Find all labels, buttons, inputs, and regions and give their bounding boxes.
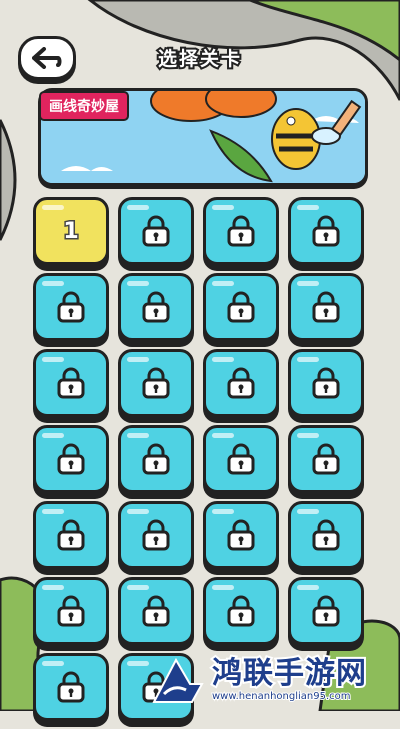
- level-tile-locked[interactable]: [288, 273, 364, 341]
- level-tile-locked[interactable]: [288, 501, 364, 569]
- lock-icon: [142, 443, 170, 475]
- level-tile-locked[interactable]: [118, 501, 194, 569]
- lock-icon: [142, 215, 170, 247]
- level-tile-locked[interactable]: [203, 197, 279, 265]
- lock-icon: [227, 443, 255, 475]
- level-tile-locked[interactable]: [33, 577, 109, 645]
- level-tile-locked[interactable]: [33, 273, 109, 341]
- lock-icon: [142, 291, 170, 323]
- lock-icon: [57, 595, 85, 627]
- level-tile-locked[interactable]: [118, 577, 194, 645]
- level-tile-locked[interactable]: [203, 349, 279, 417]
- lock-icon: [57, 367, 85, 399]
- level-tile-locked[interactable]: [203, 273, 279, 341]
- lock-icon: [312, 215, 340, 247]
- lock-icon: [227, 595, 255, 627]
- level-tile-locked[interactable]: [203, 425, 279, 493]
- watermark-url: www.henanhonglian95.com: [211, 690, 352, 703]
- lock-icon: [142, 595, 170, 627]
- level-tile-locked[interactable]: [203, 501, 279, 569]
- lock-icon: [312, 443, 340, 475]
- watermark-title: 鸿联手游网: [210, 655, 368, 693]
- lock-icon: [312, 367, 340, 399]
- lock-icon: [227, 367, 255, 399]
- level-tile-locked[interactable]: [288, 197, 364, 265]
- level-number: 1: [62, 217, 80, 245]
- level-tile-locked[interactable]: [203, 577, 279, 645]
- level-tile-locked[interactable]: [118, 425, 194, 493]
- level-tile-unlocked[interactable]: 1: [33, 197, 109, 265]
- lock-icon: [312, 291, 340, 323]
- lock-icon: [312, 595, 340, 627]
- lock-icon: [227, 291, 255, 323]
- level-tile-locked[interactable]: [33, 425, 109, 493]
- lock-icon: [57, 671, 85, 703]
- level-tile-locked[interactable]: [288, 425, 364, 493]
- level-tile-locked[interactable]: [118, 273, 194, 341]
- lock-icon: [142, 367, 170, 399]
- logo-icon: [152, 657, 204, 703]
- level-tile-locked[interactable]: [118, 197, 194, 265]
- lock-icon: [142, 519, 170, 551]
- level-tile-locked[interactable]: [33, 349, 109, 417]
- level-tile-locked[interactable]: [118, 349, 194, 417]
- page-title: 选择关卡: [156, 46, 242, 72]
- lock-icon: [227, 215, 255, 247]
- level-tile-locked[interactable]: [288, 349, 364, 417]
- banner-tag: 画线奇妙屋: [39, 91, 129, 121]
- watermark: 鸿联手游网 www.henanhonglian95.com: [150, 648, 400, 711]
- lock-icon: [227, 519, 255, 551]
- lock-icon: [312, 519, 340, 551]
- level-tile-locked[interactable]: [33, 501, 109, 569]
- lock-icon: [57, 519, 85, 551]
- level-tile-locked[interactable]: [288, 577, 364, 645]
- lock-icon: [57, 291, 85, 323]
- lock-icon: [57, 443, 85, 475]
